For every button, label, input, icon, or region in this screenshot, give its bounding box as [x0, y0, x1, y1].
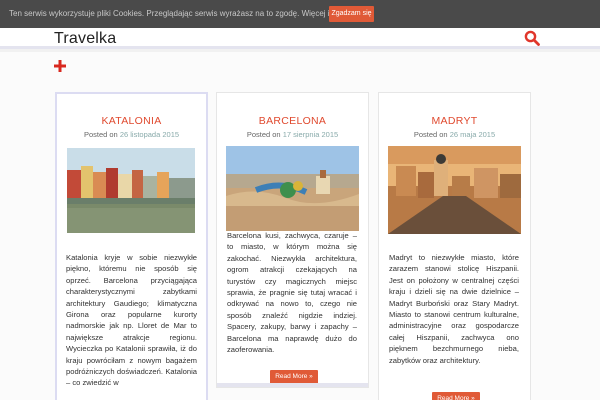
site-title[interactable]: Travelka: [54, 30, 116, 48]
posted-on-label: Posted on: [83, 130, 118, 139]
post-excerpt: Katalonia kryje w sobie niezwykłe piękno…: [66, 253, 197, 388]
post-meta: Posted on 26 listopada 2015: [57, 130, 206, 139]
post-image-gran-via[interactable]: [388, 146, 521, 234]
post-image-park-guell[interactable]: [226, 146, 359, 231]
post-title[interactable]: KATALONIA: [57, 115, 206, 127]
read-more-button[interactable]: Read More »: [270, 370, 318, 384]
posted-on-label: Posted on: [246, 130, 281, 139]
cookie-bar: Ten serwis wykorzystuje pliki Cookies. P…: [0, 0, 600, 28]
posted-on-label: Posted on: [413, 130, 448, 139]
search-icon[interactable]: [524, 30, 540, 46]
post-card-katalonia: KATALONIA Posted on 26 listopada 2015 Ka…: [55, 92, 208, 400]
post-date[interactable]: 26 listopada 2015: [120, 130, 179, 139]
post-image-girona[interactable]: [67, 148, 195, 233]
card-footer: [217, 383, 368, 387]
cookie-message: Ten serwis wykorzystuje pliki Cookies. P…: [9, 9, 341, 18]
plus-icon[interactable]: [54, 60, 66, 72]
post-title[interactable]: BARCELONA: [217, 115, 368, 127]
read-more-button[interactable]: Read More »: [432, 392, 480, 400]
post-excerpt: Madryt to niezwykłe miasto, które zaraze…: [389, 253, 519, 365]
post-meta: Posted on 17 sierpnia 2015: [217, 130, 368, 139]
post-excerpt: Barcelona kusi, zachwyca, czaruje – to m…: [227, 231, 357, 355]
cookie-accept-button[interactable]: Zgadzam się: [329, 6, 374, 22]
post-date[interactable]: 17 sierpnia 2015: [283, 130, 338, 139]
post-title[interactable]: MADRYT: [379, 115, 530, 127]
site-header: Travelka: [0, 28, 600, 49]
post-date[interactable]: 26 maja 2015: [450, 130, 495, 139]
cookie-text: Ten serwis wykorzystuje pliki Cookies. P…: [9, 9, 300, 18]
post-card-barcelona: BARCELONA Posted on 17 sierpnia 2015 Bar…: [216, 92, 369, 388]
post-meta: Posted on 26 maja 2015: [379, 130, 530, 139]
post-card-madryt: MADRYT Posted on 26 maja 2015 Madryt to …: [378, 92, 531, 400]
